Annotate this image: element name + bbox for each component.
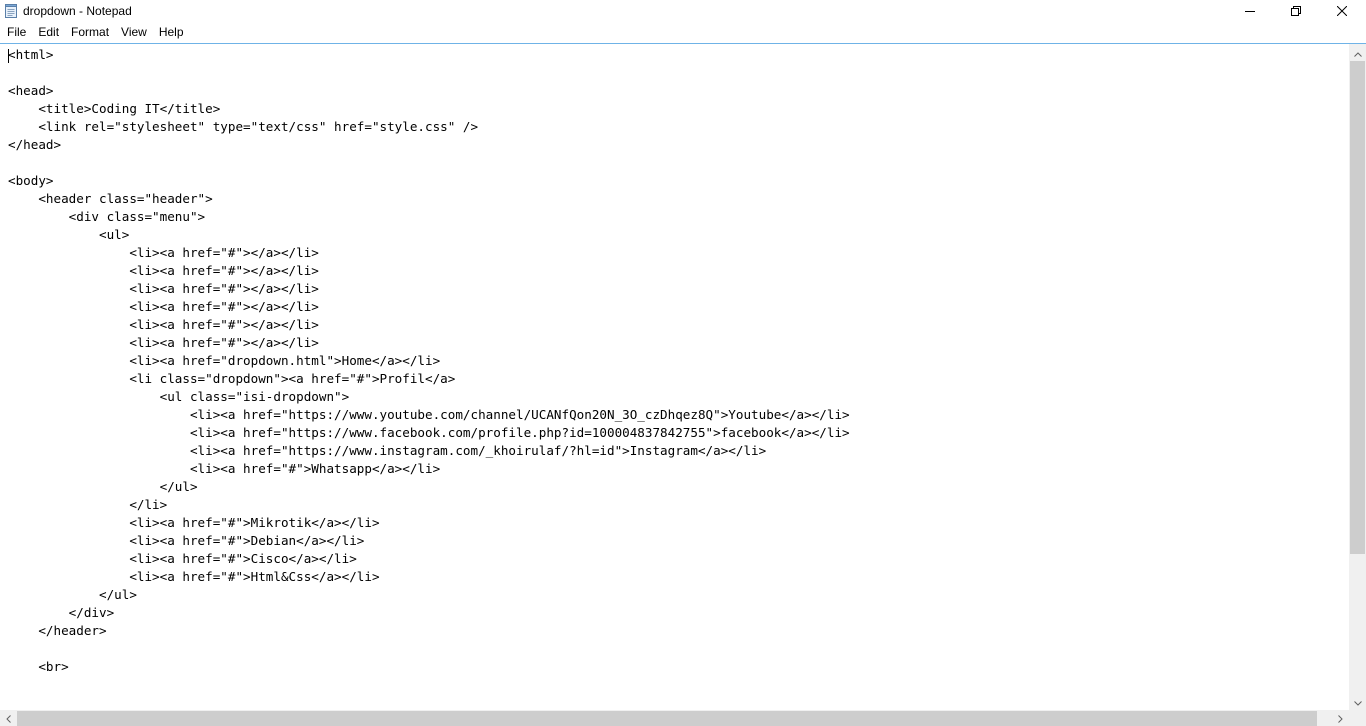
text-caret — [8, 49, 9, 63]
code-line: <br> — [8, 659, 69, 674]
code-line: </ul> — [8, 479, 198, 494]
chevron-down-icon — [1353, 693, 1362, 711]
code-line: <head> — [8, 83, 54, 98]
close-icon — [1336, 3, 1348, 21]
notepad-window: dropdown - Notepad File Edit Format View… — [0, 0, 1366, 726]
code-line: </header> — [8, 623, 107, 638]
scrollbar-corner — [1349, 710, 1366, 726]
code-line: </head> — [8, 137, 62, 152]
code-line: <li><a href="#"></a></li> — [8, 317, 319, 332]
scroll-up-button[interactable] — [1349, 44, 1366, 61]
horizontal-scroll-thumb[interactable] — [17, 711, 1317, 726]
code-line: </div> — [8, 605, 115, 620]
code-line: <ul class="isi-dropdown"> — [8, 389, 350, 404]
code-line: <li><a href="#"></a></li> — [8, 281, 319, 296]
code-line: <li><a href="#"></a></li> — [8, 263, 319, 278]
code-line: <li><a href="#">Html&Css</a></li> — [8, 569, 380, 584]
menu-format[interactable]: Format — [65, 23, 115, 42]
code-line: <ul> — [8, 227, 130, 242]
text-editor[interactable]: <html> <head> <title>Coding IT</title> <l… — [0, 44, 1349, 710]
menu-bar: File Edit Format View Help — [0, 23, 1366, 42]
code-line: </li> — [8, 497, 168, 512]
code-line: <html> — [8, 47, 54, 62]
code-line: <li><a href="https://www.facebook.com/pr… — [8, 425, 850, 440]
menu-view[interactable]: View — [115, 23, 153, 42]
menu-help[interactable]: Help — [153, 23, 190, 42]
code-line: <li><a href="#">Mikrotik</a></li> — [8, 515, 380, 530]
restore-button[interactable] — [1273, 0, 1319, 23]
vertical-scrollbar[interactable] — [1349, 44, 1366, 710]
close-button[interactable] — [1319, 0, 1365, 23]
code-line: <li><a href="#">Debian</a></li> — [8, 533, 365, 548]
window-title: dropdown - Notepad — [23, 4, 132, 18]
editor-content: <html> <head> <title>Coding IT</title> <l… — [0, 44, 1349, 676]
notepad-icon[interactable] — [5, 4, 17, 18]
code-line: </ul> — [8, 587, 137, 602]
code-line: <li><a href="https://www.youtube.com/cha… — [8, 407, 850, 422]
code-line: <li><a href="#">Cisco</a></li> — [8, 551, 357, 566]
code-line: <div class="menu"> — [8, 209, 206, 224]
chevron-right-icon — [1338, 710, 1343, 726]
editor-area: <html> <head> <title>Coding IT</title> <l… — [0, 43, 1366, 726]
minimize-button[interactable] — [1227, 0, 1273, 23]
code-line: <li><a href="#"></a></li> — [8, 245, 319, 260]
code-line: <li><a href="#"></a></li> — [8, 335, 319, 350]
code-line: <link rel="stylesheet" type="text/css" h… — [8, 119, 479, 134]
minimize-icon — [1245, 3, 1255, 21]
vertical-scroll-thumb[interactable] — [1350, 61, 1365, 554]
scroll-down-button[interactable] — [1349, 693, 1366, 710]
code-line: <body> — [8, 173, 54, 188]
restore-icon — [1291, 3, 1301, 21]
menu-file[interactable]: File — [0, 23, 32, 42]
code-line: <title>Coding IT</title> — [8, 101, 221, 116]
menu-edit[interactable]: Edit — [32, 23, 65, 42]
chevron-left-icon — [6, 710, 11, 726]
horizontal-scrollbar[interactable] — [0, 710, 1349, 726]
code-line: <li><a href="#"></a></li> — [8, 299, 319, 314]
code-line: <li><a href="dropdown.html">Home</a></li… — [8, 353, 441, 368]
chevron-up-icon — [1353, 44, 1362, 62]
scroll-left-button[interactable] — [0, 710, 17, 726]
scroll-right-button[interactable] — [1332, 710, 1349, 726]
title-bar[interactable]: dropdown - Notepad — [0, 0, 1366, 23]
code-line: <li><a href="https://www.instagram.com/_… — [8, 443, 767, 458]
code-line: <header class="header"> — [8, 191, 213, 206]
code-line: <li><a href="#">Whatsapp</a></li> — [8, 461, 441, 476]
code-line: <li class="dropdown"><a href="#">Profil<… — [8, 371, 456, 386]
